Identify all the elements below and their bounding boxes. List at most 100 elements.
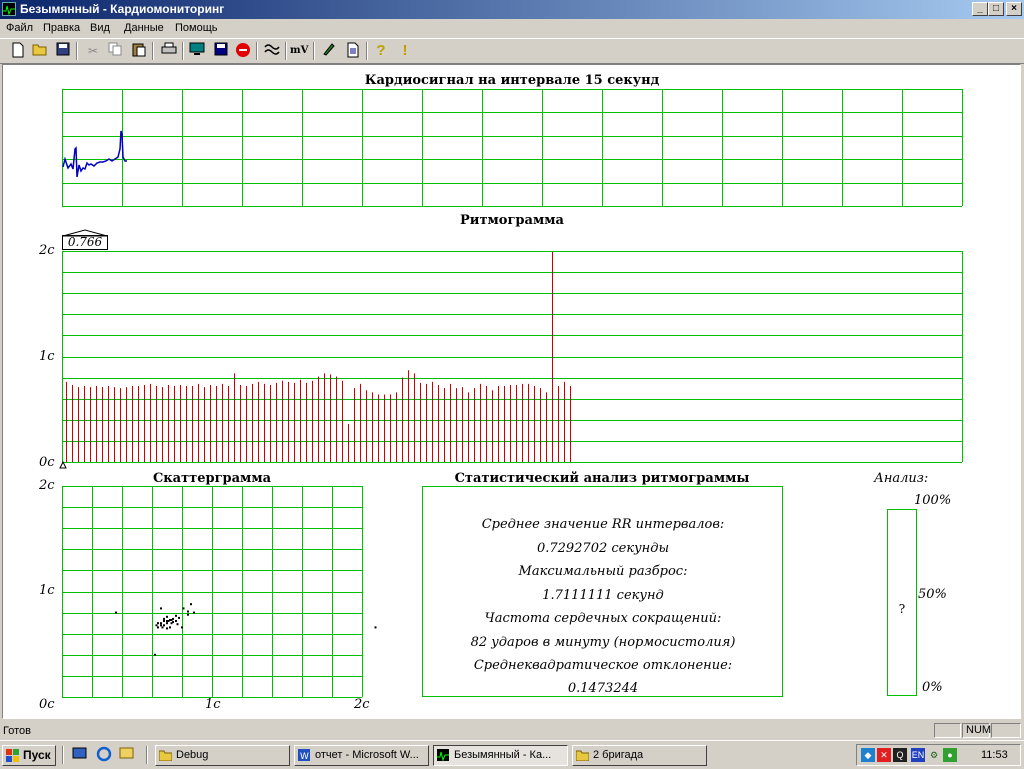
menu-view[interactable]: Вид (90, 22, 110, 34)
cardio-signal-line (62, 130, 127, 178)
scatter-point (163, 620, 165, 622)
cut-icon[interactable]: ✂ (84, 42, 102, 60)
status-panel-num: NUM (962, 723, 991, 738)
scatter-y-tick: 1с (39, 583, 55, 598)
toolbar-separator (366, 42, 368, 60)
document-icon[interactable] (344, 42, 362, 60)
monitor-icon[interactable] (188, 42, 206, 60)
scatter-point (161, 626, 164, 629)
wave-icon[interactable] (263, 42, 281, 60)
task-word[interactable]: W отчет - Microsoft W... (294, 745, 429, 766)
open-folder-icon[interactable] (31, 42, 49, 60)
toolbar: ✂ mV ? ! (0, 38, 1024, 64)
stats-panel: Среднее значение RR интервалов: 0.729270… (422, 486, 783, 697)
analysis-value: ? (898, 602, 906, 616)
scatter-y-tick: 2с (39, 478, 55, 493)
analysis-title: Анализ: (874, 471, 929, 486)
maximize-button[interactable]: □ (988, 2, 1004, 16)
scatter-point (155, 624, 158, 627)
toolbar-separator (285, 42, 287, 60)
scatter-point (176, 623, 179, 626)
scatter-point (163, 624, 165, 627)
task-cardio[interactable]: Безымянный - Ка... (433, 745, 568, 766)
toolbar-separator (256, 42, 258, 60)
window-title: Безымянный - Кардиомониторинг (20, 2, 225, 16)
system-tray: ◆ ✕ Q EN ⚙ ● 11:53 (856, 744, 1021, 766)
scatter-point (166, 615, 168, 618)
close-button[interactable]: × (1006, 2, 1022, 16)
stats-line-range-value: 1.7111111 секунд (542, 588, 664, 603)
scatter-point (160, 622, 162, 625)
menu-data[interactable]: Данные (124, 22, 164, 34)
stats-line-mean-label: Среднее значение RR интервалов: (481, 517, 725, 532)
cardio-app-icon (437, 749, 449, 761)
pen-icon[interactable] (320, 42, 338, 60)
tray-network-icon[interactable]: ◆ (861, 748, 875, 762)
task-debug[interactable]: Debug (155, 745, 290, 766)
start-button[interactable]: Пуск (2, 745, 56, 766)
start-label: Пуск (23, 748, 51, 762)
status-panel-empty (991, 723, 1021, 738)
task-label: отчет - Microsoft W... (315, 749, 419, 761)
menu-file[interactable]: Файл (6, 22, 33, 34)
analysis-tick-100: 100% (914, 493, 952, 508)
rhythm-cursor[interactable]: 0.766 (62, 229, 108, 250)
help-icon[interactable]: ? (372, 42, 390, 60)
analysis-tick-50: 50% (918, 587, 947, 602)
scatter-point (170, 622, 173, 625)
browser-icon[interactable] (95, 746, 113, 764)
menu-bar: Файл Правка Вид Данные Помощь (0, 19, 1024, 37)
scatter-point (170, 619, 173, 621)
title-bar: Безымянный - Кардиомониторинг _ □ × (0, 0, 1024, 19)
menu-help[interactable]: Помощь (175, 22, 218, 34)
scatter-chart (62, 486, 377, 698)
scatter-point (166, 627, 168, 630)
tray-update-icon[interactable]: ● (943, 748, 957, 762)
windows-logo-icon (6, 749, 19, 762)
tray-language-indicator[interactable]: EN (911, 748, 925, 762)
stats-line-range-label: Максимальный разброс: (518, 564, 688, 579)
print-icon[interactable] (160, 42, 178, 60)
save-disk-icon[interactable] (212, 42, 230, 60)
stop-icon[interactable] (234, 42, 252, 60)
tray-antivirus-icon[interactable]: ✕ (877, 748, 891, 762)
task-brigade[interactable]: 2 бригада (572, 745, 707, 766)
scatter-point (175, 620, 177, 622)
svg-text:W: W (300, 752, 309, 761)
toolbar-separator (76, 42, 78, 60)
rhythm-chart-title: Ритмограмма (460, 213, 564, 228)
copy-icon[interactable] (106, 42, 124, 60)
info-icon[interactable]: ! (396, 42, 414, 60)
save-icon[interactable] (54, 42, 72, 60)
task-label: 2 бригада (593, 749, 644, 761)
analysis-tick-0: 0% (922, 680, 943, 695)
stats-title: Статистический анализ ритмограммы (454, 471, 750, 486)
taskbar-separator (146, 746, 148, 764)
taskbar-separator (62, 746, 64, 764)
show-desktop-icon[interactable] (71, 746, 89, 764)
tray-printer-icon[interactable]: ⚙ (927, 748, 941, 762)
app-icon[interactable] (2, 2, 16, 16)
scatter-x-tick: 1с (205, 697, 221, 712)
toolbar-separator (313, 42, 315, 60)
new-file-icon[interactable] (9, 42, 27, 60)
scatter-point (190, 603, 192, 606)
scatter-point (157, 626, 159, 629)
rhythm-y-tick: 2с (39, 243, 55, 258)
stats-line-sd-value: 0.1473244 (567, 681, 639, 696)
scatter-point (182, 607, 185, 610)
scatter-point (193, 611, 195, 614)
scatter-chart-title: Скаттерграмма (152, 471, 272, 486)
toolbar-separator (152, 42, 154, 60)
folder-icon (159, 750, 172, 761)
paste-icon[interactable] (130, 42, 148, 60)
mv-icon[interactable]: mV (290, 42, 308, 60)
tray-quicktime-icon[interactable]: Q (893, 748, 907, 762)
task-label: Безымянный - Ка... (454, 749, 552, 761)
scatter-point (169, 626, 171, 629)
outlook-icon[interactable] (118, 746, 136, 764)
minimize-button[interactable]: _ (972, 2, 988, 16)
menu-edit[interactable]: Правка (43, 22, 80, 34)
rhythm-chart (59, 251, 963, 469)
status-text: Готов (3, 725, 31, 737)
